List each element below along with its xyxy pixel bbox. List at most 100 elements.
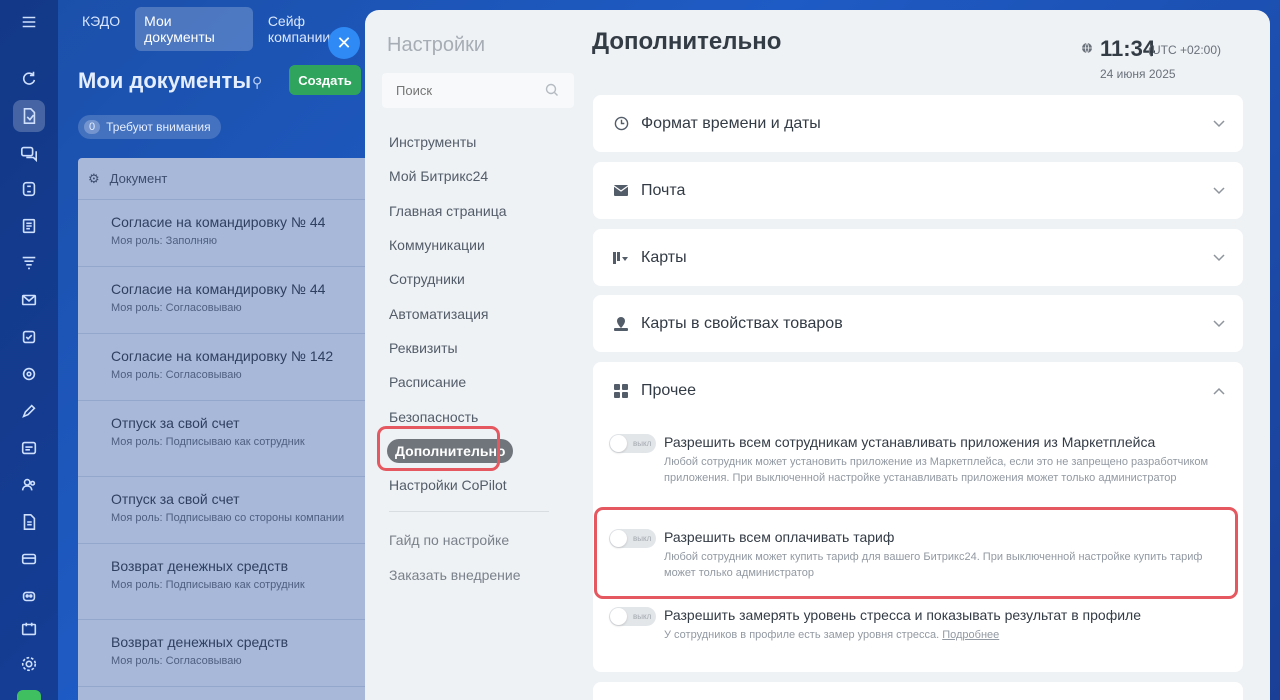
- row-title: Согласие на командировку № 44: [111, 214, 326, 230]
- map-filter-icon: [613, 250, 629, 266]
- target-icon[interactable]: [13, 358, 45, 390]
- close-button[interactable]: ✕: [328, 27, 360, 59]
- column-document: Документ: [109, 171, 168, 186]
- menu-icon[interactable]: [13, 6, 45, 38]
- clock-icon: [613, 116, 629, 132]
- table-row[interactable]: Согласие на командировку № 44 Моя роль: …: [78, 267, 378, 334]
- section-label: Почта: [641, 181, 686, 199]
- option-title: Разрешить всем сотрудникам устанавливать…: [664, 434, 1156, 450]
- checklist-icon[interactable]: [13, 321, 45, 353]
- menu-item-employees[interactable]: Сотрудники: [389, 262, 559, 296]
- table-row[interactable]: Отпуск за свой счет Моя роль: Подписываю…: [78, 401, 378, 477]
- section-time-format[interactable]: Формат времени и даты: [593, 95, 1243, 152]
- page-title: Мои документы: [78, 68, 252, 93]
- calendar-icon[interactable]: [13, 613, 45, 645]
- chevron-up-icon[interactable]: [1213, 382, 1225, 400]
- section-label: Карты в свойствах товаров: [641, 314, 843, 332]
- menu-item-home-page[interactable]: Главная страница: [389, 194, 559, 228]
- section-product-maps[interactable]: Карты в свойствах товаров: [593, 295, 1243, 352]
- row-title: Возврат денежных средств: [111, 634, 289, 650]
- table-row[interactable]: Согласие на командировку № 142 Моя роль:…: [78, 334, 378, 401]
- tasks-icon[interactable]: [13, 210, 45, 242]
- toggle-knob: [610, 608, 627, 625]
- pay-tariff-toggle[interactable]: выкл: [609, 529, 656, 548]
- chevron-down-icon[interactable]: [1213, 315, 1225, 333]
- option-description: У сотрудников в профиле есть замер уровн…: [664, 628, 1224, 644]
- team-icon[interactable]: [13, 469, 45, 501]
- section-label: Карты: [641, 248, 687, 266]
- calendar-card-icon[interactable]: [13, 432, 45, 464]
- menu-item-tools[interactable]: Инструменты: [389, 125, 559, 159]
- menu-item-additional[interactable]: Дополнительно: [377, 425, 559, 471]
- section-other-header[interactable]: Прочее: [593, 362, 1243, 419]
- section-mail[interactable]: Почта: [593, 162, 1243, 219]
- tab-kedo[interactable]: КЭДО: [73, 7, 129, 51]
- row-role: Моя роль: Заполняю: [111, 235, 217, 247]
- stress-level-toggle[interactable]: выкл: [609, 607, 656, 626]
- pin-icon[interactable]: ⚲: [252, 74, 262, 91]
- mail-icon[interactable]: [13, 284, 45, 316]
- chevron-down-icon[interactable]: [1213, 249, 1225, 267]
- secondary-menu: Гайд по настройке Заказать внедрение: [389, 523, 521, 592]
- section-label: Формат времени и даты: [641, 114, 821, 132]
- table-row[interactable]: Возврат денежных средств Моя роль: Согла…: [78, 620, 378, 687]
- content-title: Дополнительно: [592, 28, 782, 55]
- card-icon[interactable]: [13, 543, 45, 575]
- toggle-label: выкл: [633, 612, 652, 621]
- pen-icon[interactable]: [13, 395, 45, 427]
- refresh-icon[interactable]: [13, 63, 45, 95]
- globe-icon: [1081, 41, 1093, 59]
- menu-item-communications[interactable]: Коммуникации: [389, 228, 559, 262]
- attention-count: 0: [84, 120, 101, 134]
- option-marketplace: выкл Разрешить всем сотрудникам устанавл…: [609, 432, 1229, 502]
- sites-icon[interactable]: [13, 173, 45, 205]
- table-row[interactable]: Согласие на командировку № 44 Моя роль: …: [78, 200, 378, 267]
- settings-icon[interactable]: ⚙: [88, 171, 100, 187]
- section-next: [593, 682, 1243, 700]
- option-title: Разрешить замерять уровень стресса и пок…: [664, 607, 1141, 623]
- tab-company-safe[interactable]: Сейф компании: [259, 7, 378, 51]
- location-pin-icon: [613, 316, 629, 332]
- chevron-down-icon[interactable]: [1213, 182, 1225, 200]
- list-header: ⚙ Документ: [78, 158, 378, 200]
- section-label: Прочее: [641, 381, 697, 399]
- option-description: Любой сотрудник может купить тариф для в…: [664, 551, 1203, 579]
- highlight-frame: [377, 425, 500, 471]
- more-link[interactable]: Подробнее: [942, 629, 999, 641]
- file-icon[interactable]: [13, 506, 45, 538]
- row-role: Моя роль: Подписываю как сотрудник: [111, 436, 305, 448]
- menu-item-schedule[interactable]: Расписание: [389, 365, 559, 399]
- toggle-knob: [610, 435, 627, 452]
- robot-icon[interactable]: [13, 580, 45, 612]
- create-button[interactable]: Создать: [289, 65, 361, 95]
- chat-icon[interactable]: [13, 137, 45, 169]
- tab-my-documents[interactable]: Мои документы: [135, 7, 253, 51]
- menu-item-copilot-settings[interactable]: Настройки CoPilot: [389, 468, 559, 502]
- row-title: Возврат денежных средств: [111, 558, 289, 574]
- marketplace-toggle[interactable]: выкл: [609, 434, 656, 453]
- grid-icon: [613, 383, 629, 399]
- menu-item-order-implementation[interactable]: Заказать внедрение: [389, 558, 521, 593]
- table-row[interactable]: Отпуск за свой счет Моя роль: Подписываю…: [78, 477, 378, 544]
- clock-timezone: (UTC +02:00): [1148, 43, 1222, 57]
- gear-icon[interactable]: [13, 648, 45, 680]
- document-list: ⚙ Документ Согласие на командировку № 44…: [78, 158, 378, 700]
- menu-item-setup-guide[interactable]: Гайд по настройке: [389, 523, 521, 558]
- chevron-down-icon[interactable]: [1213, 115, 1225, 133]
- status-icon: [17, 690, 41, 700]
- toggle-label: выкл: [633, 439, 652, 448]
- clock-time: 11:34: [1100, 36, 1156, 61]
- section-maps[interactable]: Карты: [593, 229, 1243, 286]
- menu-item-automation[interactable]: Автоматизация: [389, 296, 559, 330]
- row-title: Согласие на командировку № 142: [111, 348, 334, 364]
- search-icon[interactable]: [545, 83, 559, 102]
- attention-label: Требуют внимания: [106, 120, 211, 134]
- attention-filter[interactable]: 0 Требуют внимания: [78, 115, 221, 139]
- filter-icon[interactable]: [13, 247, 45, 279]
- menu-item-requisites[interactable]: Реквизиты: [389, 331, 559, 365]
- document-sign-icon[interactable]: [13, 100, 45, 132]
- menu-divider: [389, 511, 549, 512]
- menu-item-my-bitrix24[interactable]: Мой Битрикс24: [389, 159, 559, 193]
- row-role: Моя роль: Согласовываю: [111, 369, 242, 381]
- table-row[interactable]: Возврат денежных средств Моя роль: Подпи…: [78, 544, 378, 620]
